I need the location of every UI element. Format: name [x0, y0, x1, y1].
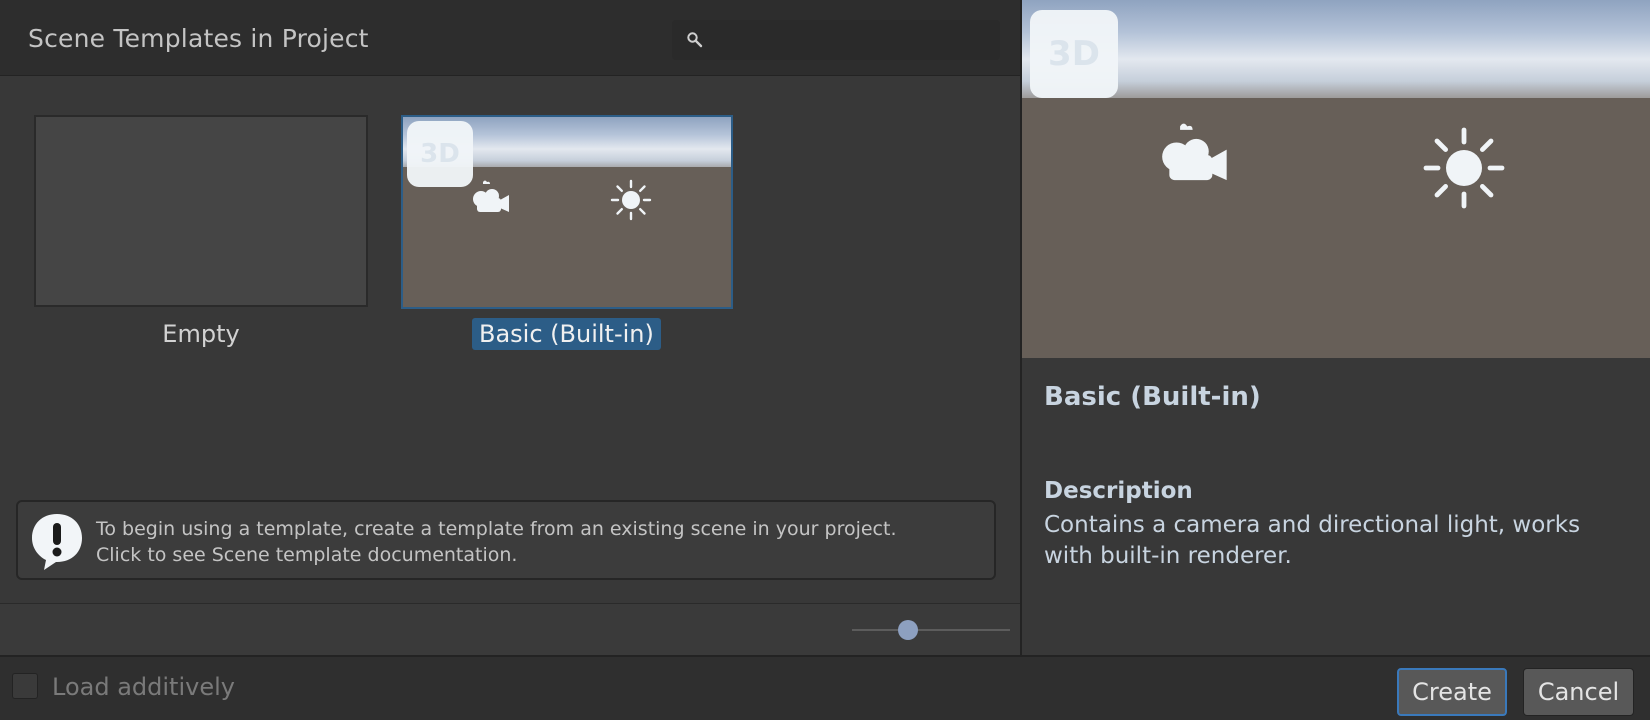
- preview-ground: [1022, 98, 1650, 358]
- template-thumbnail-empty[interactable]: [34, 115, 368, 307]
- selected-template-title: Basic (Built-in): [1044, 382, 1261, 412]
- template-label-empty[interactable]: Empty: [34, 320, 368, 348]
- templates-pane: Scene Templates in Project Empty 3D Basi…: [0, 0, 1020, 655]
- details-pane: 3D Basic (Built-in) Description Contains…: [1022, 0, 1650, 655]
- zoom-slider-bar: [0, 603, 1020, 655]
- ground-plane: [403, 167, 731, 307]
- template-preview: 3D: [1022, 0, 1650, 358]
- camera-icon: [1155, 114, 1241, 200]
- exclamation-icon: [28, 510, 86, 576]
- camera-icon: [469, 179, 517, 221]
- 3d-badge-icon: 3D: [1030, 10, 1118, 98]
- search-icon: [686, 31, 704, 53]
- directional-light-icon: [610, 179, 652, 225]
- search-box[interactable]: [672, 20, 1000, 60]
- templates-header: Scene Templates in Project: [0, 0, 1020, 76]
- 3d-badge-icon: 3D: [407, 121, 473, 187]
- create-button[interactable]: Create: [1397, 668, 1507, 716]
- template-thumbnail-basic[interactable]: 3D: [401, 115, 733, 309]
- load-additively-label[interactable]: Load additively: [52, 673, 235, 701]
- page-title: Scene Templates in Project: [28, 24, 369, 53]
- zoom-slider-track[interactable]: [852, 629, 1010, 631]
- zoom-slider-thumb[interactable]: [898, 620, 918, 640]
- help-box[interactable]: To begin using a template, create a temp…: [16, 500, 996, 580]
- directional-light-icon: [1422, 126, 1506, 214]
- template-label-basic-selected[interactable]: Basic (Built-in): [472, 318, 661, 350]
- description-heading: Description: [1044, 478, 1193, 504]
- cancel-button[interactable]: Cancel: [1523, 668, 1634, 716]
- help-documentation-link[interactable]: Click to see Scene template documentatio…: [96, 544, 517, 566]
- dialog-footer: Load additively Create Cancel: [0, 655, 1650, 720]
- badge-text: 3D: [420, 139, 460, 169]
- preview-badge-text: 3D: [1048, 34, 1100, 74]
- help-text-line: To begin using a template, create a temp…: [96, 518, 897, 540]
- load-additively-checkbox[interactable]: [12, 673, 38, 699]
- description-text: Contains a camera and directional light,…: [1044, 512, 1581, 569]
- search-input[interactable]: [712, 24, 996, 58]
